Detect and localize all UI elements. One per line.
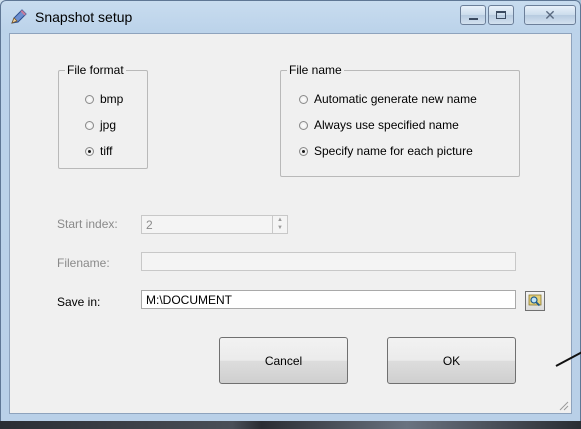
file-name-group: File name Automatic generate new name Al… bbox=[280, 63, 520, 177]
save-in-label: Save in: bbox=[57, 295, 101, 309]
start-index-value: 2 bbox=[146, 218, 153, 232]
radio-label: Specify name for each picture bbox=[314, 144, 473, 158]
radio-tiff[interactable]: tiff bbox=[85, 144, 112, 158]
filename-label: Filename: bbox=[57, 256, 110, 270]
radio-label: bmp bbox=[100, 92, 124, 106]
close-button[interactable]: ✕ bbox=[524, 5, 576, 25]
start-index-label: Start index: bbox=[57, 217, 118, 231]
browse-folder-button[interactable] bbox=[525, 291, 545, 311]
spin-down-icon: ▼ bbox=[277, 225, 283, 231]
radio-specify-each-picture[interactable]: Specify name for each picture bbox=[299, 144, 473, 158]
caption-buttons: ✕ bbox=[460, 5, 576, 27]
radio-button-checked[interactable] bbox=[85, 146, 94, 156]
radio-button[interactable] bbox=[85, 94, 94, 104]
taskbar-strip bbox=[0, 421, 581, 429]
minimize-button[interactable] bbox=[460, 5, 486, 25]
title-bar[interactable]: Snapshot setup ✕ bbox=[1, 1, 580, 33]
snapshot-setup-dialog: Snapshot setup ✕ File format bmp jpg tif… bbox=[0, 0, 581, 423]
ok-button[interactable]: OK bbox=[387, 337, 516, 384]
file-format-label: File format bbox=[65, 63, 126, 77]
filename-input bbox=[141, 252, 516, 271]
radio-label: Automatic generate new name bbox=[314, 92, 477, 106]
radio-jpg[interactable]: jpg bbox=[85, 118, 116, 132]
start-index-input: 2 ▲ ▼ bbox=[141, 215, 288, 234]
radio-button[interactable] bbox=[299, 94, 308, 104]
radio-label: jpg bbox=[100, 118, 117, 132]
radio-button[interactable] bbox=[85, 120, 94, 130]
maximize-icon bbox=[496, 11, 506, 19]
file-name-label: File name bbox=[287, 63, 344, 77]
save-in-input[interactable]: M:\DOCUMENT bbox=[141, 290, 516, 309]
resize-grip-icon[interactable] bbox=[557, 399, 569, 411]
radio-automatic-name[interactable]: Automatic generate new name bbox=[299, 92, 477, 106]
radio-label: Always use specified name bbox=[314, 118, 459, 132]
pencil-icon bbox=[10, 9, 28, 25]
file-format-group: File format bmp jpg tiff bbox=[58, 63, 148, 169]
dialog-client-area: File format bmp jpg tiff File name Autom… bbox=[9, 33, 572, 414]
radio-always-specified-name[interactable]: Always use specified name bbox=[299, 118, 459, 132]
window-title: Snapshot setup bbox=[35, 9, 133, 25]
cancel-button[interactable]: Cancel bbox=[219, 337, 348, 384]
radio-button[interactable] bbox=[299, 120, 308, 130]
close-icon: ✕ bbox=[544, 6, 556, 23]
radio-label: tiff bbox=[100, 144, 113, 158]
start-index-spinner: ▲ ▼ bbox=[272, 216, 287, 233]
radio-button-checked[interactable] bbox=[299, 146, 308, 156]
folder-search-icon bbox=[528, 293, 542, 310]
minimize-icon bbox=[468, 18, 478, 20]
maximize-button[interactable] bbox=[488, 5, 514, 25]
radio-bmp[interactable]: bmp bbox=[85, 92, 123, 106]
